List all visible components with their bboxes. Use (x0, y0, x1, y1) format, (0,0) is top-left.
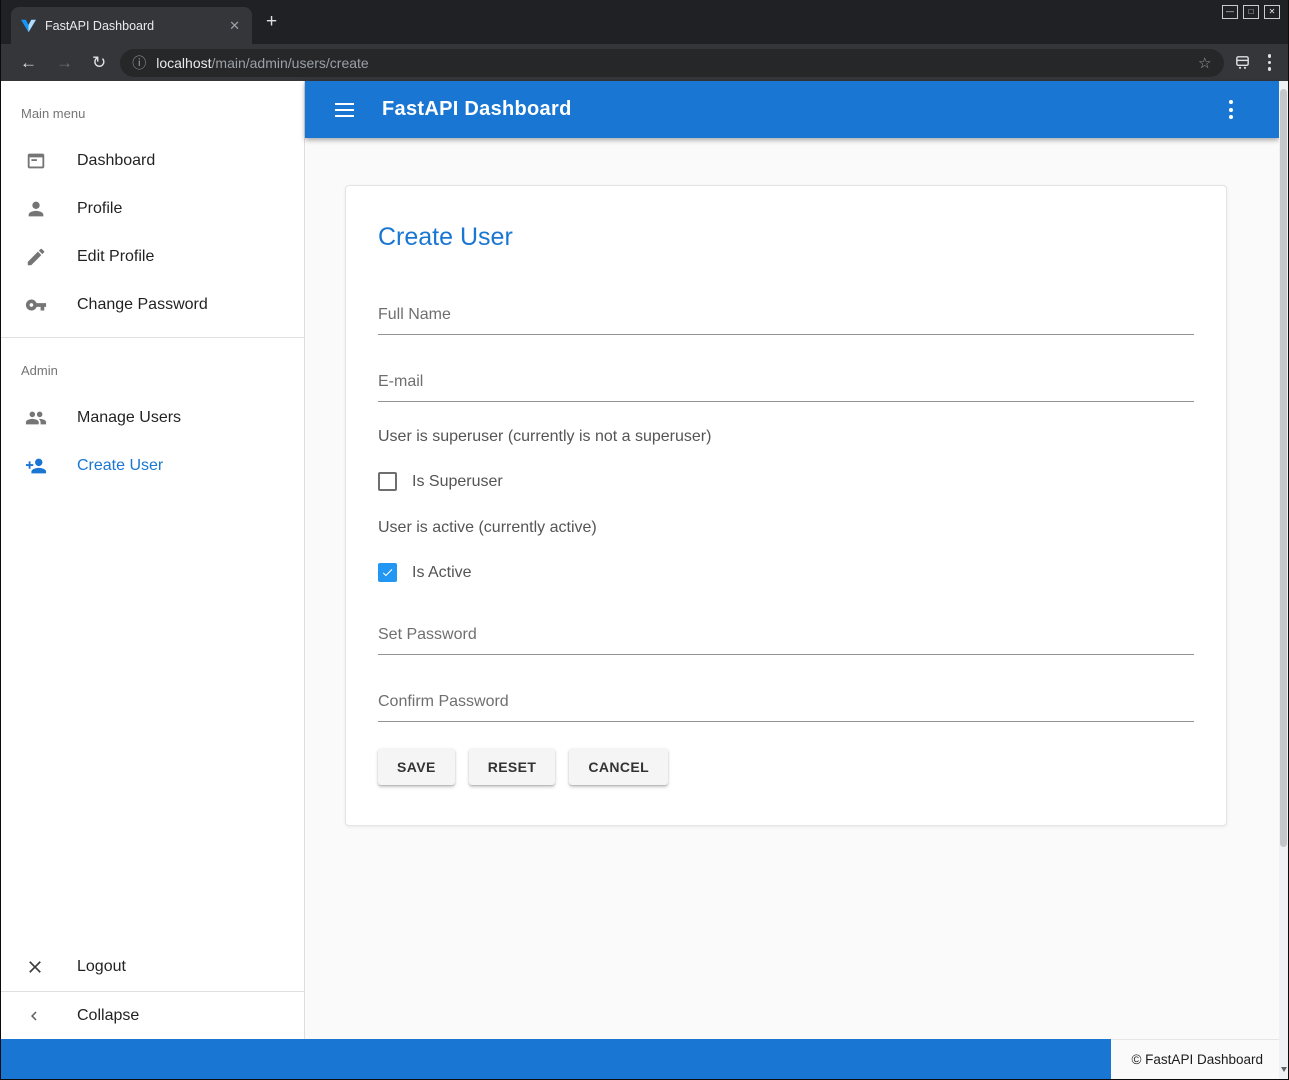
active-checkbox[interactable] (378, 563, 397, 582)
forward-icon[interactable]: → (56, 54, 73, 71)
app-title: FastAPI Dashboard (382, 98, 572, 121)
bookmark-star-icon[interactable]: ☆ (1198, 54, 1211, 72)
person-add-icon (25, 455, 77, 477)
scrollbar-thumb[interactable] (1280, 89, 1287, 847)
sidebar-divider (1, 337, 304, 338)
app-root: Main menu Dashboard Profile Edit Profile (1, 81, 1288, 1079)
pencil-icon (25, 246, 77, 268)
minimize-button[interactable]: — (1222, 5, 1238, 19)
sidebar-item-edit-profile[interactable]: Edit Profile (1, 233, 304, 281)
superuser-checkbox[interactable] (378, 472, 397, 491)
sidebar-item-profile[interactable]: Profile (1, 185, 304, 233)
full-name-field (378, 302, 1194, 335)
save-button[interactable]: SAVE (378, 748, 455, 785)
sidebar-bottom: Logout Collapse (1, 943, 304, 1039)
window-controls: — □ ✕ (1222, 5, 1280, 19)
url-host: localhost (156, 55, 211, 71)
sidebar-item-collapse[interactable]: Collapse (1, 991, 304, 1039)
sidebar-item-dashboard[interactable]: Dashboard (1, 137, 304, 185)
reset-button[interactable]: RESET (469, 748, 556, 785)
form-actions: SAVE RESET CANCEL (378, 748, 1194, 785)
email-input[interactable] (378, 369, 1194, 402)
browser-toolbar: ← → ↻ ⓘ localhost /main/admin/users/crea… (1, 44, 1288, 81)
scrollbar-down-arrow-icon[interactable] (1279, 1067, 1288, 1075)
appbar-menu-icon[interactable] (1225, 96, 1237, 123)
email-field (378, 369, 1194, 402)
superuser-hint: User is superuser (currently is not a su… (378, 428, 1194, 446)
footer-bar (1, 1039, 1111, 1079)
dashboard-icon (25, 150, 77, 172)
sidebar-item-create-user[interactable]: Create User (1, 442, 304, 490)
active-checkbox-row[interactable]: Is Active (378, 563, 1194, 582)
page-title: Create User (378, 222, 1194, 252)
app-footer: © FastAPI Dashboard (1, 1039, 1279, 1079)
app-bar: FastAPI Dashboard (305, 81, 1279, 138)
group-icon (25, 407, 77, 429)
chevron-left-icon (25, 1007, 77, 1025)
sidebar: Main menu Dashboard Profile Edit Profile (1, 81, 305, 1039)
sidebar-item-manage-users[interactable]: Manage Users (1, 394, 304, 442)
cancel-button[interactable]: CANCEL (569, 748, 668, 785)
scrollbar[interactable] (1279, 81, 1288, 1079)
tab-close-icon[interactable]: ✕ (227, 18, 242, 34)
active-checkbox-label: Is Active (412, 564, 472, 582)
address-bar[interactable]: ⓘ localhost /main/admin/users/create ☆ (120, 49, 1223, 77)
extension-icon[interactable] (1234, 54, 1251, 71)
footer-copyright: © FastAPI Dashboard (1111, 1039, 1279, 1079)
browser-tab[interactable]: FastAPI Dashboard ✕ (11, 7, 252, 44)
tab-title: FastAPI Dashboard (45, 19, 227, 33)
set-password-input[interactable] (378, 622, 1194, 655)
logout-close-icon (25, 957, 77, 977)
sidebar-section-admin: Admin (1, 346, 304, 394)
back-icon[interactable]: ← (20, 54, 37, 71)
main-content: Create User User is superuser (currently… (305, 138, 1279, 1039)
confirm-password-field (378, 689, 1194, 722)
hamburger-menu-icon[interactable] (329, 97, 360, 123)
browser-menu-icon[interactable] (1265, 51, 1275, 74)
vuetify-logo-icon (21, 19, 36, 33)
browser-window: FastAPI Dashboard ✕ + — □ ✕ ← → ↻ ⓘ loca… (0, 0, 1289, 1080)
browser-titlebar: FastAPI Dashboard ✕ + — □ ✕ (1, 0, 1288, 44)
key-icon (25, 294, 77, 316)
person-icon (25, 198, 77, 220)
superuser-checkbox-row[interactable]: Is Superuser (378, 472, 1194, 491)
superuser-checkbox-label: Is Superuser (412, 473, 503, 491)
close-window-button[interactable]: ✕ (1264, 5, 1280, 19)
maximize-button[interactable]: □ (1243, 5, 1259, 19)
page-info-icon[interactable]: ⓘ (132, 53, 146, 73)
reload-icon[interactable]: ↻ (92, 54, 106, 71)
create-user-card: Create User User is superuser (currently… (345, 185, 1227, 826)
sidebar-item-change-password[interactable]: Change Password (1, 281, 304, 329)
active-hint: User is active (currently active) (378, 519, 1194, 537)
new-tab-button[interactable]: + (266, 13, 277, 31)
set-password-field (378, 622, 1194, 655)
sidebar-item-logout[interactable]: Logout (1, 943, 304, 991)
confirm-password-input[interactable] (378, 689, 1194, 722)
full-name-input[interactable] (378, 302, 1194, 335)
sidebar-section-main-menu: Main menu (1, 89, 304, 137)
url-path: /main/admin/users/create (212, 55, 369, 71)
